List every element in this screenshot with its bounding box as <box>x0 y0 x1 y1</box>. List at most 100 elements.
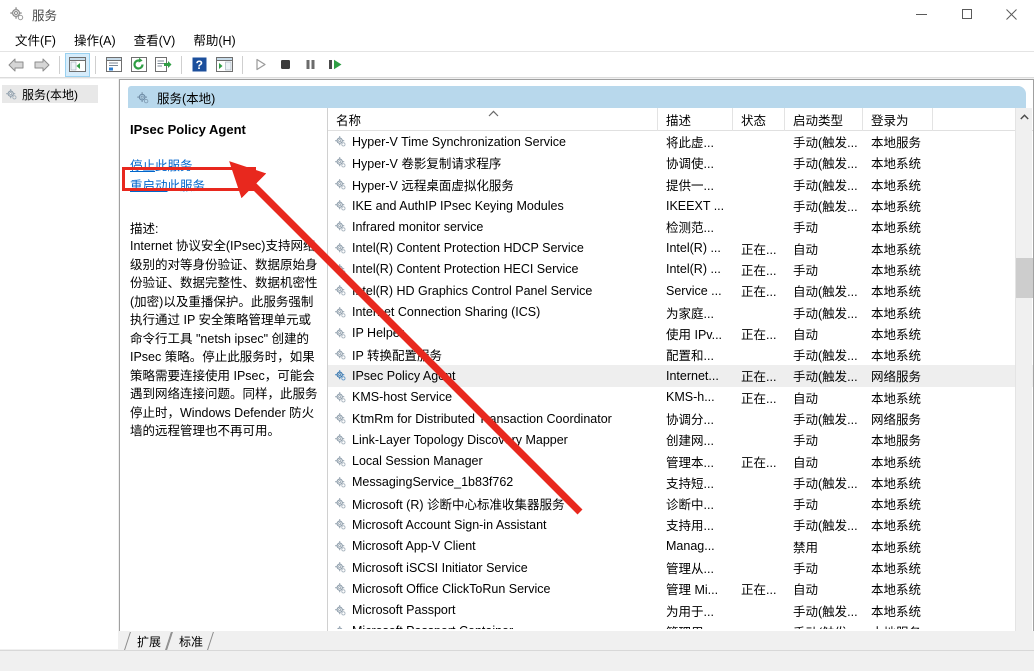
cell-startup: 手动(触发... <box>785 175 863 194</box>
show-hide-console-tree-icon[interactable] <box>65 53 90 77</box>
column-header-description[interactable]: 描述 <box>658 108 733 131</box>
menu-view[interactable]: 查看(V) <box>125 27 185 52</box>
table-row[interactable]: Microsoft (R) 诊断中心标准收集器服务诊断中...手动本地系统 <box>328 493 1033 514</box>
table-row[interactable]: Microsoft Passport为用于...手动(触发...本地系统 <box>328 600 1033 621</box>
tab-extended[interactable]: 扩展 <box>127 632 169 650</box>
back-icon[interactable] <box>4 53 29 77</box>
title-bar: 服务 <box>0 0 1034 28</box>
table-row[interactable]: Microsoft App-V ClientManag...禁用本地系统 <box>328 536 1033 557</box>
service-name-label: Hyper-V Time Synchronization Service <box>352 135 566 149</box>
cell-logon: 本地系统 <box>863 217 933 236</box>
close-button[interactable] <box>989 0 1034 28</box>
table-row[interactable]: Hyper-V 远程桌面虚拟化服务提供一...手动(触发...本地系统 <box>328 174 1033 195</box>
cell-logon: 本地服务 <box>863 622 933 629</box>
cell-logon: 本地系统 <box>863 388 933 407</box>
maximize-button[interactable] <box>944 0 989 28</box>
menu-file[interactable]: 文件(F) <box>6 27 65 52</box>
table-row[interactable]: Link-Layer Topology Discovery Mapper创建网.… <box>328 429 1033 450</box>
column-header-label: 名称 <box>336 110 361 129</box>
stop-service-link[interactable]: 停止此服务 <box>130 156 318 176</box>
toolbar: ? <box>0 52 1034 78</box>
service-gear-icon <box>334 263 347 276</box>
service-name-label: Hyper-V 远程桌面虚拟化服务 <box>352 175 514 194</box>
table-row[interactable]: Infrared monitor service检测范...手动本地系统 <box>328 216 1033 237</box>
table-row[interactable]: KMS-host ServiceKMS-h...正在...自动本地系统 <box>328 387 1033 408</box>
table-row[interactable]: Microsoft iSCSI Initiator Service管理从...手… <box>328 557 1033 578</box>
table-row[interactable]: Internet Connection Sharing (ICS)为家庭...手… <box>328 301 1033 322</box>
toolbar-separator <box>242 56 243 74</box>
scrollbar-thumb[interactable] <box>1016 258 1033 298</box>
properties-icon[interactable] <box>101 53 126 77</box>
stop-service-icon[interactable] <box>273 53 298 77</box>
window-controls <box>899 0 1034 28</box>
restart-service-link[interactable]: 重启动此服务 <box>130 176 318 196</box>
service-gear-icon <box>334 199 347 212</box>
table-row[interactable]: Microsoft Office ClickToRun Service管理 Mi… <box>328 578 1033 599</box>
column-header-startup[interactable]: 启动类型 <box>785 108 863 131</box>
menu-help[interactable]: 帮助(H) <box>184 27 244 52</box>
service-name-label: IPsec Policy Agent <box>352 369 456 383</box>
table-row[interactable]: Hyper-V 卷影复制请求程序协调使...手动(触发...本地系统 <box>328 152 1033 173</box>
table-row[interactable]: IKE and AuthIP IPsec Keying ModulesIKEEX… <box>328 195 1033 216</box>
table-row[interactable]: Hyper-V Time Synchronization Service将此虚.… <box>328 131 1033 152</box>
pause-service-icon[interactable] <box>298 53 323 77</box>
menu-action[interactable]: 操作(A) <box>65 27 125 52</box>
cell-description: 管理从... <box>658 558 733 577</box>
table-row[interactable]: Intel(R) HD Graphics Control Panel Servi… <box>328 280 1033 301</box>
minimize-button[interactable] <box>899 0 944 28</box>
cell-logon: 本地系统 <box>863 494 933 513</box>
cell-name: MessagingService_1b83f762 <box>328 475 658 489</box>
cell-startup: 手动 <box>785 558 863 577</box>
cell-startup: 手动 <box>785 494 863 513</box>
service-name-label: Local Session Manager <box>352 454 483 468</box>
cell-status: 正在... <box>733 260 785 279</box>
vertical-scrollbar[interactable] <box>1015 108 1032 648</box>
services-gear-icon <box>9 6 25 22</box>
cell-name: Intel(R) HD Graphics Control Panel Servi… <box>328 284 658 298</box>
column-header-status[interactable]: 状态 <box>733 108 785 131</box>
service-gear-icon <box>334 497 347 510</box>
service-gear-icon <box>334 412 347 425</box>
cell-name: Microsoft Passport <box>328 603 658 617</box>
table-row[interactable]: Microsoft Account Sign-in Assistant支持用..… <box>328 514 1033 535</box>
restart-service-icon[interactable] <box>323 53 348 77</box>
table-row[interactable]: IP 转换配置服务配置和...手动(触发...本地系统 <box>328 344 1033 365</box>
table-row[interactable]: KtmRm for Distributed Transaction Coordi… <box>328 408 1033 429</box>
table-row[interactable]: MessagingService_1b83f762支持短...手动(触发...本… <box>328 472 1033 493</box>
cell-description: IKEEXT ... <box>658 199 733 213</box>
service-name-label: IP Helper <box>352 326 404 340</box>
cell-name: Hyper-V Time Synchronization Service <box>328 135 658 149</box>
tab-standard-label: 标准 <box>179 633 203 650</box>
table-row[interactable]: IPsec Policy AgentInternet...正在...手动(触发.… <box>328 365 1033 386</box>
cell-startup: 自动(触发... <box>785 281 863 300</box>
table-row[interactable]: Local Session Manager管理本...正在...自动本地系统 <box>328 450 1033 471</box>
refresh-icon[interactable] <box>126 53 151 77</box>
show-action-pane-icon[interactable] <box>212 53 237 77</box>
menu-bar: 文件(F) 操作(A) 查看(V) 帮助(H) <box>0 28 1034 52</box>
cell-startup: 自动 <box>785 452 863 471</box>
service-gear-icon <box>334 348 347 361</box>
cell-startup: 手动 <box>785 260 863 279</box>
tree-item-services-local[interactable]: 服务(本地) <box>2 85 98 103</box>
cell-startup: 自动 <box>785 324 863 343</box>
table-row[interactable]: IP Helper使用 IPv...正在...自动本地系统 <box>328 323 1033 344</box>
service-gear-icon <box>334 135 347 148</box>
scroll-up-button[interactable] <box>1016 108 1033 125</box>
export-list-icon[interactable] <box>151 53 176 77</box>
tab-standard[interactable]: 标准 <box>169 632 211 650</box>
column-header-name[interactable]: 名称 <box>328 108 658 131</box>
service-name-label: Microsoft Passport <box>352 603 456 617</box>
forward-icon[interactable] <box>29 53 54 77</box>
table-row[interactable]: Intel(R) Content Protection HDCP Service… <box>328 237 1033 258</box>
service-name-label: KtmRm for Distributed Transaction Coordi… <box>352 412 612 426</box>
start-service-icon[interactable] <box>248 53 273 77</box>
table-row[interactable]: Microsoft Passport Container管理用手动(触发本地服务 <box>328 621 1033 629</box>
cell-logon: 本地系统 <box>863 324 933 343</box>
table-row[interactable]: Intel(R) Content Protection HECI Service… <box>328 259 1033 280</box>
cell-startup: 手动(触发... <box>785 366 863 385</box>
service-gear-icon <box>334 625 347 629</box>
cell-description: 管理用 <box>658 622 733 629</box>
column-header-logon[interactable]: 登录为 <box>863 108 933 131</box>
service-name-label: Microsoft Office ClickToRun Service <box>352 582 550 596</box>
help-icon[interactable]: ? <box>187 53 212 77</box>
